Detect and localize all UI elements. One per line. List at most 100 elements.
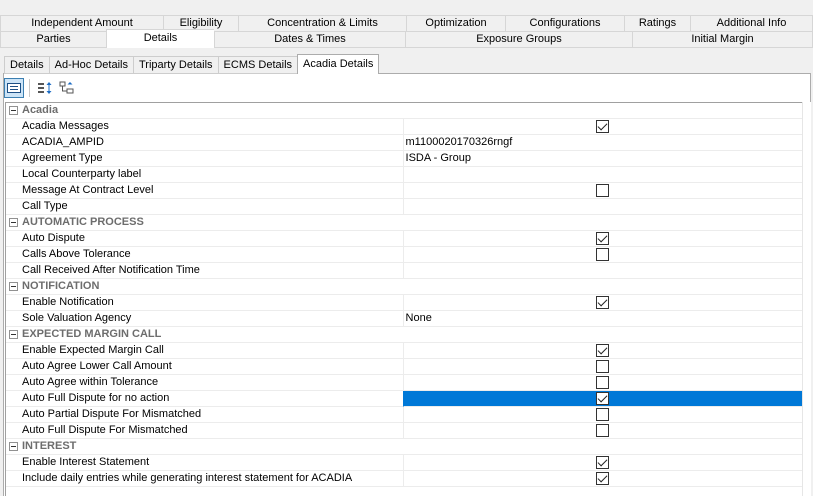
property-value[interactable]: [402, 375, 802, 391]
checkbox-checked[interactable]: [595, 296, 609, 309]
property-value[interactable]: [402, 455, 802, 471]
checkbox-unchecked[interactable]: [595, 424, 609, 437]
property-row-calls-above-tolerance[interactable]: Calls Above Tolerance: [6, 247, 802, 263]
property-row-auto-dispute[interactable]: Auto Dispute: [6, 231, 802, 247]
category-row-expected-margin-call: EXPECTED MARGIN CALL: [6, 327, 802, 343]
property-row-sole-valuation-agency[interactable]: Sole Valuation Agency None: [6, 311, 802, 327]
property-row-auto-full-dispute-for-no-action[interactable]: Auto Full Dispute for no action: [6, 391, 802, 407]
subtab-ad-hoc-details[interactable]: Ad-Hoc Details: [48, 56, 133, 74]
property-label: Agreement Type: [6, 151, 403, 167]
tab-exposure-groups[interactable]: Exposure Groups: [405, 31, 632, 48]
property-value[interactable]: [402, 471, 802, 487]
property-label: Auto Agree within Tolerance: [6, 375, 403, 391]
property-row-acadia-ampid[interactable]: ACADIA_AMPID m1100020170326rngf: [6, 135, 802, 151]
collapse-icon[interactable]: [9, 106, 18, 115]
property-value[interactable]: None: [402, 311, 802, 327]
property-value[interactable]: [402, 231, 802, 247]
collapse-icon[interactable]: [9, 330, 18, 339]
property-row-acadia-messages[interactable]: Acadia Messages: [6, 119, 802, 135]
property-label: Acadia Messages: [6, 119, 403, 135]
property-row-auto-agree-within-tolerance[interactable]: Auto Agree within Tolerance: [6, 375, 802, 391]
property-value[interactable]: [402, 343, 802, 359]
property-value-text: ISDA - Group: [405, 152, 471, 164]
property-row-enable-expected-margin-call[interactable]: Enable Expected Margin Call: [6, 343, 802, 359]
checkbox-unchecked[interactable]: [595, 360, 609, 373]
checkbox-unchecked[interactable]: [595, 408, 609, 421]
tab-optimization[interactable]: Optimization: [406, 15, 505, 32]
property-label: Enable Notification: [6, 295, 403, 311]
property-grid-toolbar: [4, 77, 77, 99]
property-value[interactable]: [402, 119, 802, 135]
property-label: ACADIA_AMPID: [6, 135, 403, 151]
category-label: Acadia: [6, 103, 802, 119]
checkbox-checked[interactable]: [595, 344, 609, 357]
tab-additional-info[interactable]: Additional Info: [690, 15, 813, 32]
tab-parties[interactable]: Parties: [0, 31, 106, 48]
tab-concentration-limits[interactable]: Concentration & Limits: [238, 15, 406, 32]
property-row-auto-full-dispute-for-mismatched[interactable]: Auto Full Dispute For Mismatched: [6, 423, 802, 439]
checkbox-unchecked[interactable]: [595, 376, 609, 389]
categorized-view-icon: [7, 83, 21, 93]
checkbox-checked[interactable]: [595, 120, 609, 133]
property-label: Sole Valuation Agency: [6, 311, 403, 327]
sort-alphabetical-icon: [38, 82, 52, 94]
property-value[interactable]: [402, 167, 802, 183]
property-row-enable-notification[interactable]: Enable Notification: [6, 295, 802, 311]
expand-tree-button[interactable]: [57, 78, 77, 98]
property-label: Auto Agree Lower Call Amount: [6, 359, 403, 375]
property-value[interactable]: [402, 295, 802, 311]
checkbox-checked[interactable]: [595, 392, 609, 405]
category-label: EXPECTED MARGIN CALL: [6, 327, 802, 343]
checkbox-checked[interactable]: [595, 232, 609, 245]
category-row-interest: INTEREST: [6, 439, 802, 455]
collapse-icon[interactable]: [9, 282, 18, 291]
categorized-view-button[interactable]: [4, 78, 24, 98]
sort-alphabetical-button[interactable]: [35, 78, 55, 98]
property-row-auto-agree-lower-call-amount[interactable]: Auto Agree Lower Call Amount: [6, 359, 802, 375]
property-label: Local Counterparty label: [6, 167, 403, 183]
checkbox-unchecked[interactable]: [595, 184, 609, 197]
tab-ratings[interactable]: Ratings: [624, 15, 690, 32]
category-row-notification: NOTIFICATION: [6, 279, 802, 295]
property-label: Enable Interest Statement: [6, 455, 403, 471]
property-label: Call Received After Notification Time: [6, 263, 403, 279]
property-row-include-daily-entries-while-generating-interest-statement-for-acadia[interactable]: Include daily entries while generating i…: [6, 471, 802, 487]
property-value[interactable]: [402, 391, 802, 407]
property-value[interactable]: [402, 423, 802, 439]
property-value[interactable]: [402, 407, 802, 423]
property-row-enable-interest-statement[interactable]: Enable Interest Statement: [6, 455, 802, 471]
property-row-call-type[interactable]: Call Type: [6, 199, 802, 215]
property-label: Auto Full Dispute for no action: [6, 391, 403, 407]
category-row-acadia: Acadia: [6, 103, 802, 119]
checkbox-unchecked[interactable]: [595, 248, 609, 261]
property-value[interactable]: m1100020170326rngf: [402, 135, 802, 151]
subtab-triparty-details[interactable]: Triparty Details: [132, 56, 218, 74]
tab-initial-margin[interactable]: Initial Margin: [632, 31, 813, 48]
tab-dates-times[interactable]: Dates & Times: [214, 31, 405, 48]
collapse-icon[interactable]: [9, 442, 18, 451]
property-value[interactable]: [402, 359, 802, 375]
property-row-local-counterparty-label[interactable]: Local Counterparty label: [6, 167, 802, 183]
property-row-call-received-after-notification-time[interactable]: Call Received After Notification Time: [6, 263, 802, 279]
checkbox-checked[interactable]: [595, 456, 609, 469]
property-label: Calls Above Tolerance: [6, 247, 403, 263]
property-row-agreement-type[interactable]: Agreement Type ISDA - Group: [6, 151, 802, 167]
subtab-acadia-details[interactable]: Acadia Details: [297, 54, 380, 74]
top-tab-row-2: Parties Details Dates & Times Exposure Grou…: [0, 29, 813, 48]
tab-configurations[interactable]: Configurations: [505, 15, 624, 32]
property-row-auto-partial-dispute-for-mismatched[interactable]: Auto Partial Dispute For Mismatched: [6, 407, 802, 423]
subtab-details[interactable]: Details: [4, 56, 49, 74]
property-value[interactable]: [402, 183, 802, 199]
tab-details[interactable]: Details: [106, 29, 214, 48]
property-value[interactable]: [402, 199, 802, 215]
property-value[interactable]: [402, 247, 802, 263]
property-value[interactable]: [402, 263, 802, 279]
collapse-icon[interactable]: [9, 218, 18, 227]
property-label: Call Type: [6, 199, 403, 215]
property-value[interactable]: ISDA - Group: [402, 151, 802, 167]
property-label: Auto Dispute: [6, 231, 403, 247]
subtab-ecms-details[interactable]: ECMS Details: [217, 56, 298, 74]
property-row-message-at-contract-level[interactable]: Message At Contract Level: [6, 183, 802, 199]
checkbox-checked[interactable]: [595, 472, 609, 485]
property-label: Auto Partial Dispute For Mismatched: [6, 407, 403, 423]
